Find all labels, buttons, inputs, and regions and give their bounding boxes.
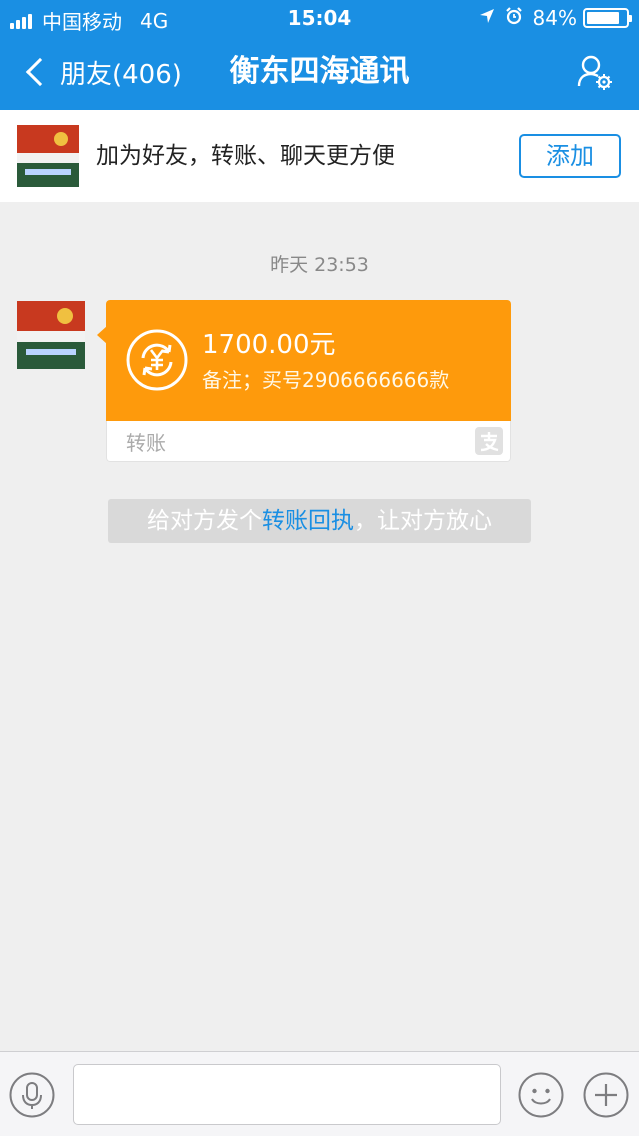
receipt-link[interactable]: 转账回执 <box>262 508 354 534</box>
add-friend-text: 加为好友，转账、聊天更方便 <box>96 143 395 169</box>
avatar[interactable] <box>17 125 79 187</box>
battery-icon <box>583 8 632 28</box>
microphone-icon[interactable] <box>9 1072 55 1118</box>
transfer-card-footer: 转账 <box>106 421 511 462</box>
transfer-message-card[interactable]: 1700.00元 备注；买号2906666666款 转账 <box>97 300 511 462</box>
transfer-note: 备注；买号2906666666款 <box>202 368 450 392</box>
alipay-icon <box>475 427 503 455</box>
battery-percent: 84% <box>532 6 577 30</box>
battery-fill <box>587 12 619 24</box>
chat-screen: 中国移动 4G 15:04 84% 朋友(406) 衡东四海通讯 加为好友，转账… <box>0 0 639 1136</box>
sender-avatar[interactable] <box>17 301 85 369</box>
add-friend-button[interactable]: 添加 <box>519 134 621 178</box>
status-bar: 中国移动 4G 15:04 84% <box>0 0 639 36</box>
message-input[interactable] <box>73 1064 501 1125</box>
add-friend-banner: 加为好友，转账、聊天更方便 添加 <box>0 110 639 202</box>
receipt-tip: 给对方发个转账回执，让对方放心 <box>108 499 531 543</box>
status-right: 84% <box>479 6 632 30</box>
transfer-card-header: 1700.00元 备注；买号2906666666款 <box>106 300 511 421</box>
yuan-transfer-icon <box>125 328 189 392</box>
user-settings-icon[interactable] <box>575 52 615 92</box>
emoji-icon[interactable] <box>518 1072 564 1118</box>
plus-icon[interactable] <box>583 1072 629 1118</box>
header: 中国移动 4G 15:04 84% 朋友(406) 衡东四海通讯 <box>0 0 639 110</box>
transfer-label: 转账 <box>126 431 166 455</box>
location-arrow-icon <box>479 8 495 29</box>
message-timestamp: 昨天 23:53 <box>270 254 369 276</box>
page-title: 衡东四海通讯 <box>229 54 410 89</box>
receipt-tip-prefix: 给对方发个 <box>147 508 262 534</box>
receipt-tip-suffix: ，让对方放心 <box>354 508 492 534</box>
transfer-amount: 1700.00元 <box>202 330 336 360</box>
input-toolbar <box>0 1051 639 1136</box>
alarm-icon <box>505 6 523 30</box>
